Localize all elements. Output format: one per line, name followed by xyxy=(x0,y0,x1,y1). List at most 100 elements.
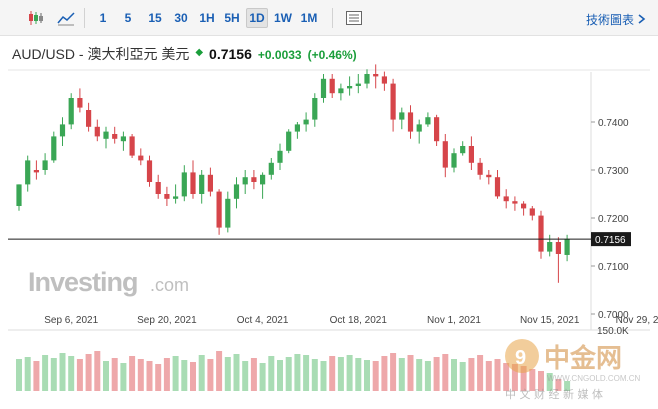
x-tick-label: Nov 15, 2021 xyxy=(520,315,580,326)
candle-body xyxy=(312,98,318,120)
volume-bar xyxy=(216,351,223,391)
volume-bar xyxy=(355,358,362,391)
candle-body xyxy=(286,131,292,151)
volume-bar xyxy=(381,356,388,391)
x-tick-label: Sep 6, 2021 xyxy=(44,315,98,326)
candle-body xyxy=(146,160,153,182)
candle-body xyxy=(381,76,387,84)
volume-bar xyxy=(16,359,22,391)
candle-body xyxy=(94,126,100,137)
cngold-brand: 中金网 xyxy=(544,343,622,374)
volume-bar xyxy=(76,359,83,391)
candle-body xyxy=(268,162,274,175)
volume-bar xyxy=(337,357,344,391)
volume-bar xyxy=(50,358,57,391)
candle-body xyxy=(294,124,300,132)
volume-bar xyxy=(451,359,457,391)
volume-bar xyxy=(407,355,414,391)
cngold-logo-mark: 9 xyxy=(515,347,526,369)
volume-bar xyxy=(268,356,275,391)
volume-axis-label: 150.0K xyxy=(597,326,629,337)
volume-series xyxy=(16,351,571,391)
volume-bar xyxy=(329,356,336,391)
candle-body xyxy=(373,74,379,77)
volume-bar xyxy=(494,359,501,391)
volume-bar xyxy=(250,358,257,391)
volume-bar xyxy=(294,354,301,391)
candle-body xyxy=(120,136,126,142)
price-chart[interactable]: Investing .com 0.7400 0.7300 0.7200 0.7100 0… xyxy=(0,0,658,409)
volume-bar xyxy=(59,353,66,391)
cngold-watermark: 9 中金网 WWW.CNGOLD.COM.CN 中 文 财 经 新 媒 体 xyxy=(505,339,641,401)
volume-bar xyxy=(259,363,266,391)
volume-bar xyxy=(129,356,136,391)
cngold-tagline: 中 文 财 经 新 媒 体 xyxy=(505,387,603,401)
candle-body xyxy=(77,98,83,108)
candle-body xyxy=(494,177,501,197)
volume-bar xyxy=(424,361,431,391)
candle-body xyxy=(364,74,370,84)
volume-bar xyxy=(155,364,162,391)
price-axis: 0.74000.73000.72000.71000.7000 xyxy=(591,118,629,321)
candle-body xyxy=(277,150,283,163)
volume-bar xyxy=(433,357,440,391)
candle-body xyxy=(25,160,31,185)
candle-body xyxy=(434,117,440,142)
candle-body xyxy=(521,203,527,209)
x-tick-label: Oct 18, 2021 xyxy=(330,315,388,326)
candle-body xyxy=(503,196,509,202)
volume-bar xyxy=(477,355,484,391)
volume-bar xyxy=(94,351,101,391)
volume-bar xyxy=(285,357,292,391)
volume-bar xyxy=(233,354,240,391)
volume-bar xyxy=(146,361,153,391)
volume-bar xyxy=(442,354,449,391)
y-tick-label: 0.7100 xyxy=(598,262,629,273)
y-tick-label: 0.7300 xyxy=(598,166,629,177)
candle-body xyxy=(242,177,248,185)
candle-body xyxy=(486,174,492,178)
investing-watermark-brand: Investing xyxy=(28,267,138,297)
time-axis: Sep 6, 2021 Sep 20, 2021 Oct 4, 2021 Oct 18… xyxy=(44,315,658,326)
candle-body xyxy=(390,83,396,120)
volume-bar xyxy=(68,356,75,391)
investing-watermark-suffix: .com xyxy=(150,275,189,295)
candle-body xyxy=(225,198,231,228)
candle-body xyxy=(564,239,570,255)
candle-body xyxy=(416,124,422,132)
candle-body xyxy=(538,215,544,252)
x-tick-label: Oct 4, 2021 xyxy=(237,315,289,326)
volume-bar xyxy=(346,355,353,391)
volume-bar xyxy=(372,361,379,391)
candle-body xyxy=(477,162,483,175)
volume-bar xyxy=(311,359,318,391)
candle-body xyxy=(529,208,535,216)
candle-body xyxy=(173,196,179,199)
volume-bar xyxy=(277,360,283,391)
candle-body xyxy=(329,78,335,94)
candle-body xyxy=(190,172,196,194)
candle-body xyxy=(547,242,553,252)
volume-bar xyxy=(398,358,405,391)
candle-body xyxy=(233,184,240,199)
candle-body xyxy=(451,153,457,168)
candle-body xyxy=(16,184,22,206)
volume-bar xyxy=(503,363,510,391)
volume-bar xyxy=(111,358,118,391)
x-tick-label: Nov 1, 2021 xyxy=(427,315,481,326)
volume-bar xyxy=(24,357,31,391)
candle-body xyxy=(260,174,266,185)
candle-body xyxy=(399,112,405,120)
candle-body xyxy=(138,155,144,161)
candle-body xyxy=(355,83,361,86)
candle-body xyxy=(216,191,222,228)
volume-bar xyxy=(242,361,249,391)
candle-body xyxy=(320,78,327,98)
candle-body xyxy=(155,182,161,194)
volume-bar xyxy=(485,361,492,391)
candle-body xyxy=(338,88,344,94)
volume-bar xyxy=(207,359,214,391)
volume-bar xyxy=(120,363,127,391)
current-price-tag-label: 0.7156 xyxy=(595,235,626,246)
candle-body xyxy=(512,201,518,204)
